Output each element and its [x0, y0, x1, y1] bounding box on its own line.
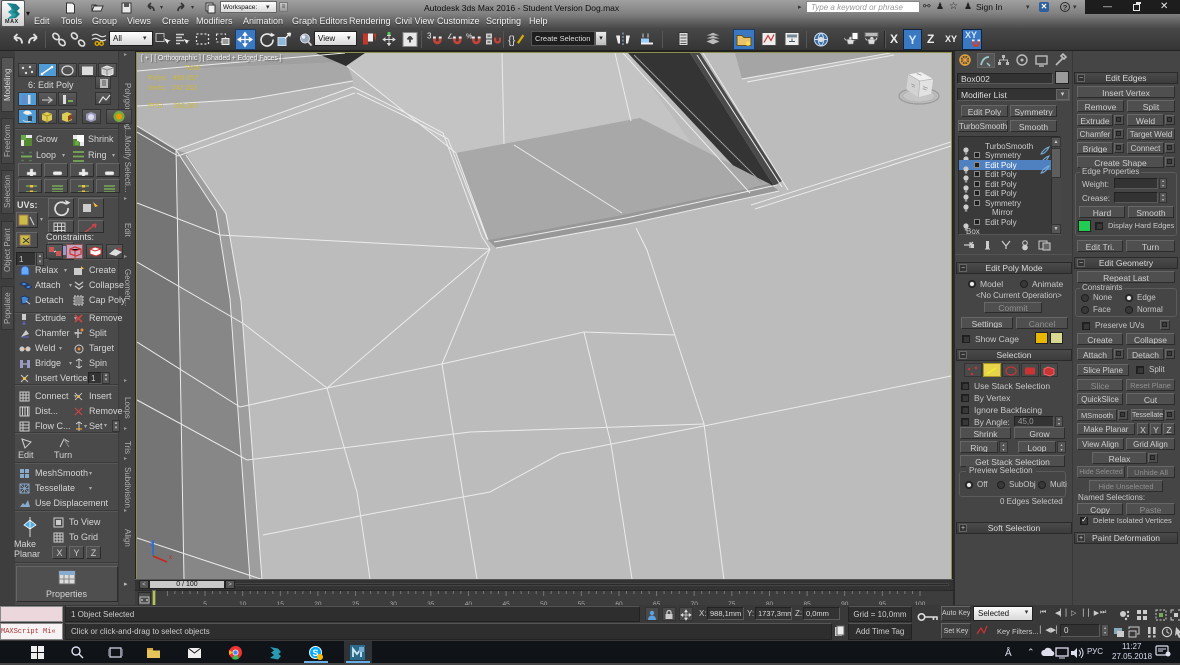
svg-text:3: 3 [427, 32, 432, 41]
svg-text:Å: Å [1005, 646, 1012, 659]
svg-text:%: % [466, 34, 472, 41]
svg-text:z: z [150, 542, 153, 548]
svg-text:{}: {} [508, 35, 516, 47]
svg-text:x: x [169, 555, 172, 561]
svg-text:∠: ∠ [447, 33, 453, 41]
